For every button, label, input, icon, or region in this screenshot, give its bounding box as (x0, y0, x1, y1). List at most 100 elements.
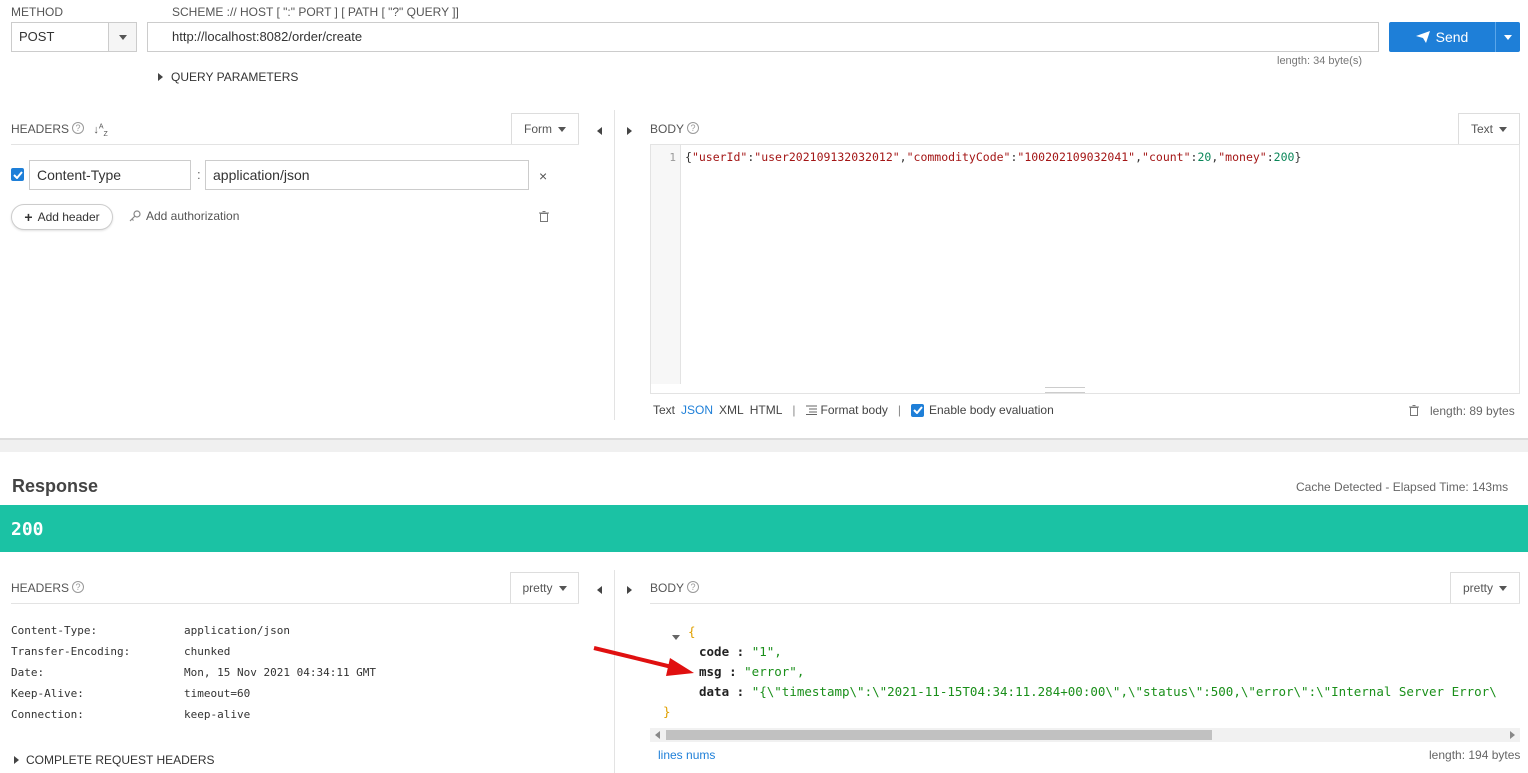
check-icon (12, 170, 23, 179)
section-divider (0, 438, 1528, 452)
json-row: data : "{\"timestamp\":\"2021-11-15T04:3… (699, 682, 1497, 702)
code-token: 200 (1273, 150, 1295, 164)
send-button-group: Send (1389, 22, 1520, 52)
code-token: "100202109032041" (1017, 150, 1136, 164)
format-tab-text[interactable]: Text (653, 403, 675, 417)
lines-nums-link[interactable]: lines nums (658, 748, 715, 762)
trash-icon[interactable] (539, 210, 549, 225)
resize-handle[interactable] (1045, 387, 1085, 393)
caret-down-icon (1504, 34, 1512, 40)
paper-plane-icon (1415, 31, 1430, 43)
collapse-right-icon[interactable] (627, 582, 632, 597)
json-colon: : (729, 644, 752, 659)
body-code-line[interactable]: {"userId":"user202109132032012","commodi… (685, 150, 1301, 164)
add-header-label: Add header (37, 210, 100, 224)
response-header-row: Keep-Alive: timeout=60 (11, 683, 376, 704)
response-header-name: Content-Type: (11, 624, 98, 637)
format-tab-xml[interactable]: XML (719, 403, 744, 417)
response-title: Response (12, 476, 99, 496)
code-token: "commodityCode" (906, 150, 1011, 164)
add-authorization-link[interactable]: Add authorization (129, 209, 239, 223)
response-header-row: Date: Mon, 15 Nov 2021 04:34:11 GMT (11, 662, 376, 683)
caret-down-icon (558, 126, 566, 132)
response-headers-list: Content-Type: application/json Transfer-En… (11, 620, 376, 725)
response-header-value: application/json (184, 624, 290, 637)
status-code: 200 (11, 519, 44, 540)
send-button[interactable]: Send (1389, 22, 1495, 52)
header-name-input[interactable]: Content-Type (29, 160, 191, 190)
json-key: data (699, 684, 730, 699)
response-header-row: Connection: keep-alive (11, 704, 376, 725)
method-select[interactable]: POST (11, 22, 137, 52)
remove-header-icon[interactable]: × (539, 168, 547, 184)
help-icon[interactable]: ? (687, 122, 700, 134)
code-token: 20 (1197, 150, 1212, 164)
help-icon[interactable]: ? (687, 581, 700, 593)
caret-down-icon (1499, 126, 1507, 132)
help-icon[interactable]: ? (72, 122, 85, 134)
response-header-name: Connection: (11, 708, 84, 721)
enable-eval-checkbox[interactable] (911, 403, 924, 417)
body-format-bar: Text JSON XML HTML | Format body | Enable b… (653, 403, 1054, 417)
status-bar: 200 (0, 505, 1528, 552)
format-body-label: Format body (820, 403, 888, 417)
line-gutter: 1 (651, 145, 681, 384)
horizontal-scrollbar[interactable] (650, 728, 1520, 742)
enable-eval-toggle[interactable]: Enable body evaluation (911, 403, 1054, 417)
collapse-right-icon[interactable] (627, 123, 632, 138)
body-editor[interactable]: 1 {"userId":"user202109132032012","commo… (650, 145, 1520, 394)
code-token: "money" (1218, 150, 1267, 164)
panel-splitter[interactable] (614, 110, 615, 420)
query-parameters-toggle[interactable]: QUERY PARAMETERS (158, 70, 298, 84)
query-parameters-label: QUERY PARAMETERS (171, 70, 299, 84)
json-key: msg (699, 664, 722, 679)
code-token: : (1266, 150, 1274, 164)
url-input[interactable]: http://localhost:8082/order/create (147, 22, 1379, 52)
header-enabled-checkbox[interactable] (11, 168, 24, 181)
response-header-value: timeout=60 (184, 687, 251, 700)
req-headers-mode-select[interactable]: Form (511, 113, 579, 145)
scroll-left-icon[interactable] (655, 731, 660, 739)
caret-right-icon (14, 756, 19, 764)
plus-icon: + (24, 209, 33, 225)
method-value: POST (19, 29, 55, 44)
resp-body-mode-value: pretty (1462, 581, 1493, 595)
caret-down-icon (558, 585, 567, 591)
json-value: "error", (744, 664, 805, 679)
response-header-row: Transfer-Encoding: chunked (11, 641, 376, 662)
code-token: { (685, 150, 692, 164)
code-token: , (1135, 150, 1143, 164)
method-dropdown-toggle[interactable] (108, 23, 136, 51)
divider (11, 603, 579, 604)
response-json-viewer[interactable]: { code : "1", msg : "error", data : "{\"ti… (650, 620, 1520, 728)
complete-headers-toggle[interactable]: COMPLETE REQUEST HEADERS (14, 753, 214, 767)
response-header-name: Date: (11, 666, 45, 679)
req-headers-title: HEADERS? ↓AZ (11, 122, 108, 139)
json-row: code : "1", (699, 642, 1497, 662)
format-tab-json[interactable]: JSON (681, 403, 713, 417)
format-lines-icon (805, 405, 817, 415)
json-close-brace: } (663, 704, 671, 719)
resp-body-mode-select[interactable]: pretty (1450, 572, 1520, 604)
code-token: , (899, 150, 907, 164)
add-header-button[interactable]: + Add header (11, 204, 113, 230)
divider (11, 144, 579, 145)
scrollbar-thumb[interactable] (666, 730, 1212, 740)
help-icon[interactable]: ? (72, 581, 85, 593)
key-icon (129, 210, 141, 222)
collapse-left-icon[interactable] (597, 123, 602, 138)
url-label: SCHEME :// HOST [ ":" PORT ] [ PATH [ "?… (172, 5, 459, 19)
resp-headers-title: HEADERS? (11, 581, 85, 595)
code-token: "count" (1142, 150, 1191, 164)
collapse-left-icon[interactable] (597, 582, 602, 597)
req-body-mode-select[interactable]: Text (1458, 113, 1520, 145)
sort-icon[interactable]: ↓AZ (93, 123, 107, 138)
header-value-input[interactable]: application/json (205, 160, 529, 190)
send-options-toggle[interactable] (1495, 22, 1520, 52)
body-length: length: 89 bytes (1430, 404, 1515, 418)
scroll-right-icon[interactable] (1510, 731, 1515, 739)
resp-headers-mode-select[interactable]: pretty (510, 572, 579, 604)
format-tab-html[interactable]: HTML (750, 403, 783, 417)
clear-body-icon[interactable] (1409, 404, 1419, 419)
format-body-button[interactable]: Format body (805, 403, 888, 417)
